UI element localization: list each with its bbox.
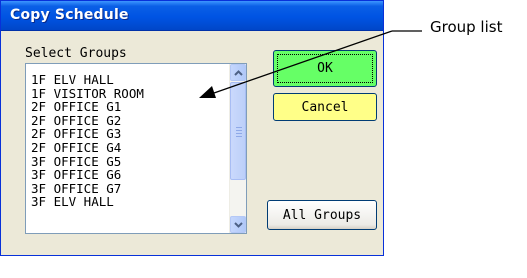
copy-schedule-dialog: Copy Schedule Select Groups 1F ELV HALL … bbox=[0, 0, 384, 256]
list-item[interactable]: 1F VISITOR ROOM bbox=[31, 86, 144, 101]
thumb-grip bbox=[236, 133, 242, 134]
window-title: Copy Schedule bbox=[10, 7, 129, 23]
scroll-down-button[interactable] bbox=[230, 216, 246, 233]
cancel-button[interactable]: Cancel bbox=[273, 93, 377, 121]
all-groups-button-label: All Groups bbox=[282, 207, 362, 223]
group-list[interactable]: 1F ELV HALL 1F VISITOR ROOM 2F OFFICE G1… bbox=[25, 63, 247, 234]
cancel-button-label: Cancel bbox=[301, 99, 349, 115]
thumb-grip bbox=[236, 130, 242, 131]
select-groups-label: Select Groups bbox=[25, 46, 127, 61]
thumb-grip bbox=[236, 136, 242, 137]
list-item[interactable]: 2F OFFICE G4 bbox=[31, 141, 144, 155]
scroll-thumb[interactable] bbox=[230, 82, 246, 180]
list-item[interactable]: 1F ELV HALL bbox=[31, 73, 144, 87]
list-item[interactable]: 2F OFFICE G2 bbox=[31, 114, 144, 128]
list-item[interactable]: 3F OFFICE G7 bbox=[31, 182, 144, 196]
group-list-scrollbar[interactable] bbox=[229, 64, 246, 233]
list-item[interactable]: 2F OFFICE G1 bbox=[31, 100, 144, 114]
all-groups-button[interactable]: All Groups bbox=[267, 200, 377, 230]
group-list-items: 1F ELV HALL 1F VISITOR ROOM 2F OFFICE G1… bbox=[31, 73, 144, 209]
list-item[interactable]: 2F OFFICE G3 bbox=[31, 127, 144, 141]
group-list-annotation: Group list bbox=[430, 18, 503, 36]
chevron-down-icon bbox=[233, 221, 243, 228]
ok-button[interactable]: OK bbox=[273, 50, 377, 87]
focus-rectangle bbox=[277, 54, 373, 83]
thumb-grip bbox=[236, 127, 242, 128]
chevron-up-icon bbox=[233, 69, 243, 76]
list-item[interactable]: 3F OFFICE G6 bbox=[31, 168, 144, 182]
list-item[interactable]: 3F OFFICE G5 bbox=[31, 154, 144, 169]
title-bar[interactable]: Copy Schedule bbox=[1, 1, 383, 31]
scroll-up-button[interactable] bbox=[230, 64, 246, 81]
list-item[interactable]: 3F ELV HALL bbox=[31, 195, 144, 209]
